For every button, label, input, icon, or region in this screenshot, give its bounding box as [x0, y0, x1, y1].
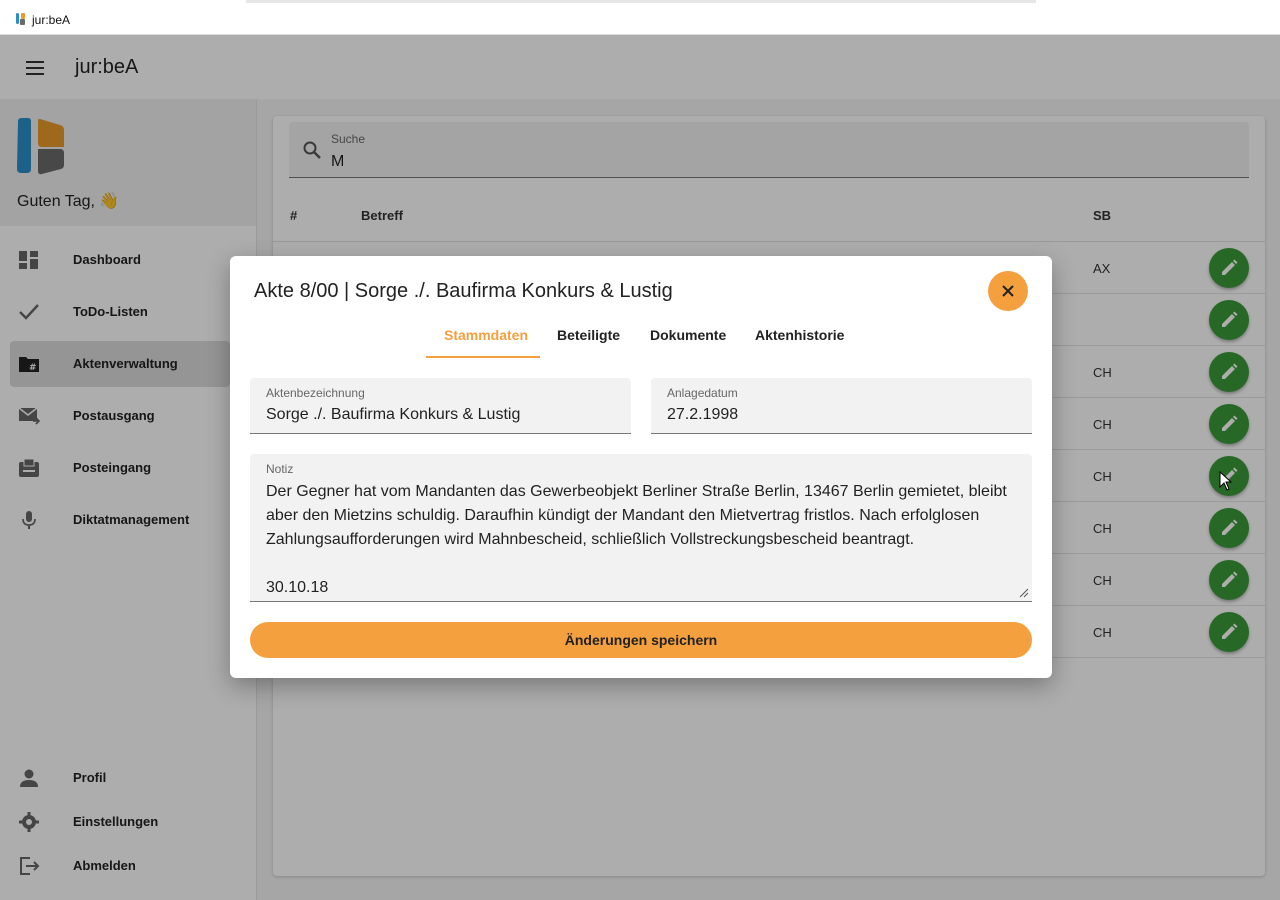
tab-dokumente[interactable]: Dokumente: [650, 318, 726, 358]
aktenbezeichnung-input[interactable]: Sorge ./. Baufirma Konkurs & Lustig: [266, 406, 520, 424]
tab-stammdaten[interactable]: Stammdaten: [444, 318, 528, 358]
tab-beteiligte[interactable]: Beteiligte: [557, 318, 620, 358]
save-changes-button[interactable]: Änderungen speichern: [250, 622, 1032, 658]
app-logo-icon: [16, 13, 25, 25]
mouse-cursor-icon: [1219, 471, 1233, 491]
close-icon: [1002, 285, 1014, 297]
resize-handle-icon[interactable]: [1017, 586, 1029, 598]
close-button[interactable]: [988, 271, 1028, 311]
aktenbezeichnung-field[interactable]: Aktenbezeichnung Sorge ./. Baufirma Konk…: [250, 378, 631, 434]
window-tab-strip: [246, 0, 1036, 3]
file-dialog: Akte 8/00 | Sorge ./. Baufirma Konkurs &…: [230, 256, 1052, 678]
window-title: jur:beA: [32, 13, 71, 27]
window-title-bar: jur:beA: [0, 0, 1280, 35]
notiz-field[interactable]: Notiz Der Gegner hat vom Mandanten das G…: [250, 454, 1032, 602]
dialog-title: Akte 8/00 | Sorge ./. Baufirma Konkurs &…: [254, 280, 673, 302]
tab-aktenhistorie[interactable]: Aktenhistorie: [755, 318, 844, 358]
aktenbezeichnung-label: Aktenbezeichnung: [266, 386, 365, 400]
notiz-label: Notiz: [266, 462, 294, 476]
notiz-textarea[interactable]: Der Gegner hat vom Mandanten das Gewerbe…: [266, 480, 1026, 600]
active-tab-indicator: [426, 356, 540, 358]
anlagedatum-field[interactable]: Anlagedatum 27.2.1998: [651, 378, 1032, 434]
anlagedatum-input[interactable]: 27.2.1998: [667, 406, 738, 424]
anlagedatum-label: Anlagedatum: [667, 386, 738, 400]
